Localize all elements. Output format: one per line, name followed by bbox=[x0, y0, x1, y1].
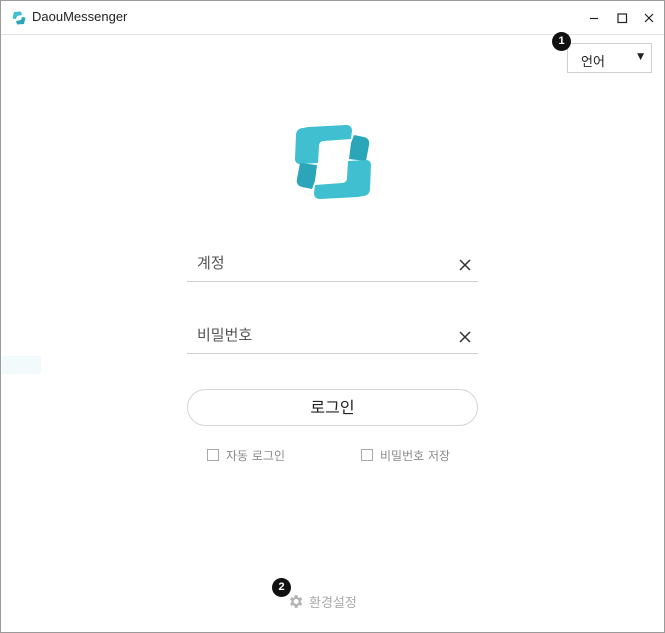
minimize-button[interactable] bbox=[583, 7, 605, 29]
minimize-icon bbox=[590, 17, 598, 20]
auto-login-label: 자동 로그인 bbox=[226, 448, 286, 463]
clear-password-button[interactable] bbox=[458, 330, 472, 344]
close-icon bbox=[644, 13, 654, 23]
clear-icon bbox=[459, 331, 471, 343]
side-highlight bbox=[2, 356, 41, 374]
title-bar[interactable]: DaouMessenger bbox=[1, 1, 664, 35]
maximize-button[interactable] bbox=[611, 7, 633, 29]
settings-label: 환경설정 bbox=[309, 595, 357, 611]
app-window: DaouMessenger 언어 ▼ 계정 로그인 자동 로그인 비밀번호 저장… bbox=[0, 0, 665, 633]
checkbox-box[interactable] bbox=[207, 449, 219, 461]
password-field bbox=[187, 317, 478, 354]
window-title: DaouMessenger bbox=[32, 9, 128, 24]
dropdown-arrow-icon: ▼ bbox=[637, 52, 644, 62]
account-field bbox=[187, 245, 478, 282]
maximize-icon bbox=[617, 13, 628, 24]
app-logo-icon bbox=[11, 10, 27, 26]
settings-button[interactable]: 환경설정 bbox=[287, 592, 357, 611]
save-password-label: 비밀번호 저장 bbox=[380, 448, 451, 463]
gear-icon bbox=[290, 594, 303, 608]
checkbox-box[interactable] bbox=[361, 449, 373, 461]
clear-account-button[interactable] bbox=[458, 258, 472, 272]
daou-messenger-logo bbox=[294, 123, 372, 201]
close-window-button[interactable] bbox=[638, 7, 660, 29]
save-password-checkbox[interactable]: 비밀번호 저장 bbox=[361, 447, 450, 463]
language-select-value: 언어 bbox=[581, 55, 605, 70]
language-select[interactable]: 언어 ▼ bbox=[567, 43, 652, 73]
auto-login-checkbox[interactable]: 자동 로그인 bbox=[207, 447, 285, 463]
clear-icon bbox=[459, 259, 471, 271]
account-input[interactable] bbox=[197, 251, 447, 275]
annotation-badge-1: 1 bbox=[552, 32, 571, 51]
annotation-badge-2: 2 bbox=[272, 578, 291, 597]
password-input[interactable] bbox=[197, 323, 447, 347]
login-button[interactable]: 로그인 bbox=[187, 389, 478, 426]
